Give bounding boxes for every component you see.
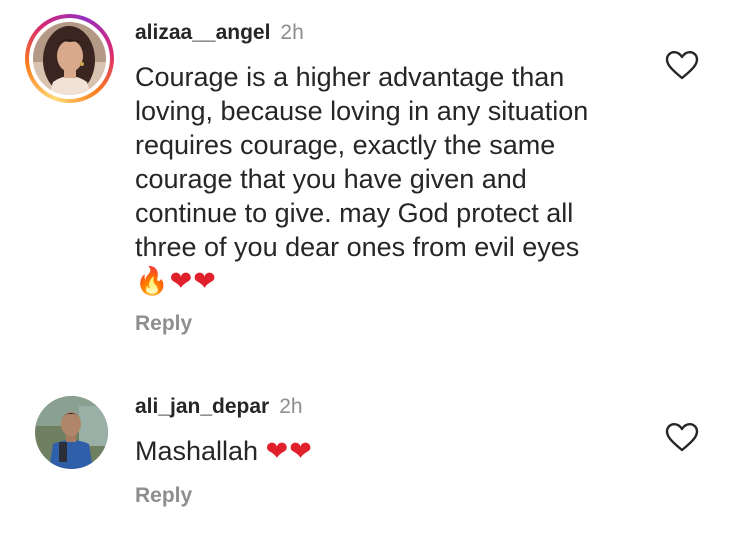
comment-item: alizaa__angel 2h Courage is a higher adva… — [0, 0, 740, 350]
heart-outline-icon — [665, 423, 699, 452]
emoji-fire-hearts: 🔥❤❤ — [135, 266, 217, 297]
reply-button[interactable]: Reply — [135, 484, 192, 508]
avatar[interactable] — [35, 396, 108, 469]
username[interactable]: ali_jan_depar — [135, 395, 269, 418]
comment-text-line: continue to give. may God protect all — [135, 198, 574, 228]
comment-text: Mashallah ❤❤ — [135, 434, 635, 469]
emoji-hearts: ❤❤ — [265, 436, 313, 467]
comment-item: ali_jan_depar 2h Mashallah ❤❤ Reply — [0, 380, 740, 534]
timestamp: 2h — [280, 21, 304, 44]
reply-button[interactable]: Reply — [135, 312, 192, 336]
avatar-border — [29, 18, 110, 99]
heart-outline-icon — [665, 51, 699, 80]
timestamp: 2h — [279, 395, 303, 418]
comment-text: Courage is a higher advantage than lovin… — [135, 60, 635, 299]
avatar-image — [33, 22, 106, 95]
like-button[interactable] — [665, 50, 699, 80]
comment-text-line: Courage is a higher advantage than — [135, 62, 565, 92]
comment-text-line: courage that you have given and — [135, 164, 527, 194]
comment-text-line: loving, because loving in any situation — [135, 96, 589, 126]
comment-text-line: Mashallah — [135, 436, 259, 466]
comment-text-line: three of you dear ones from evil eyes — [135, 232, 580, 262]
comment-meta: alizaa__angel 2h — [135, 20, 304, 46]
comment-meta: ali_jan_depar 2h — [135, 394, 303, 420]
avatar[interactable] — [33, 22, 106, 95]
avatar-container — [35, 396, 108, 469]
like-button[interactable] — [665, 422, 699, 452]
username[interactable]: alizaa__angel — [135, 21, 270, 44]
avatar-image — [35, 396, 108, 469]
comment-text-line: requires courage, exactly the same — [135, 130, 556, 160]
story-ring[interactable] — [25, 14, 114, 103]
